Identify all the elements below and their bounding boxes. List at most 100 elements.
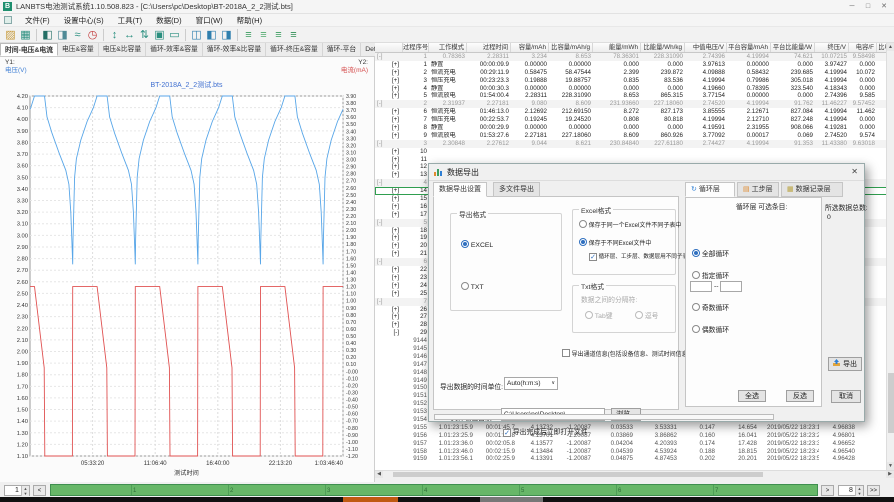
- table-row[interactable]: [-]22.319372.271819.0808.609231.93660227…: [375, 100, 894, 108]
- vertical-scrollbar[interactable]: ▲ ▼: [886, 43, 894, 470]
- save-icon[interactable]: ▦: [18, 28, 33, 42]
- even-cycles-radio[interactable]: [692, 325, 700, 333]
- view-tab-电压&比容量[interactable]: 电压&比容量: [99, 43, 147, 56]
- horizontal-scrollbar[interactable]: ◀ ▶: [375, 470, 894, 478]
- scroll-up-icon[interactable]: ▲: [887, 43, 894, 51]
- table-row[interactable]: [+]4静置00:00:30.30.000000.000000.0000.000…: [375, 85, 894, 93]
- tab-export-settings[interactable]: 数据导出设置: [433, 182, 487, 197]
- table-row[interactable]: 91581.01:23:46.000:02:15.94.13484-1.2008…: [375, 448, 894, 456]
- page-number-input[interactable]: 1▲▼: [4, 485, 30, 496]
- split-right-icon[interactable]: ◨: [219, 28, 234, 42]
- table-row[interactable]: [+]9恒流放电01:53:27.62.27181227.180608.6098…: [375, 132, 894, 140]
- table-row[interactable]: [+]8静置00:00:29.90.000000.000000.0000.000…: [375, 124, 894, 132]
- cancel-button[interactable]: 取消: [831, 390, 861, 403]
- menu-帮助(H)[interactable]: 帮助(H): [230, 15, 269, 26]
- list-view2-icon[interactable]: ≡: [256, 28, 271, 42]
- comma-delim-radio[interactable]: [635, 311, 643, 319]
- close-button[interactable]: ✕: [876, 0, 892, 13]
- col-header[interactable]: 中值电压/V: [685, 43, 727, 52]
- col-header[interactable]: [375, 43, 403, 52]
- col-header[interactable]: 终压/V: [815, 43, 849, 52]
- snapshot-icon[interactable]: ◧: [40, 28, 55, 42]
- table-row[interactable]: [-]32.308482.276129.0448.621230.84840227…: [375, 140, 894, 148]
- align-center-icon[interactable]: ⇅: [137, 28, 152, 42]
- list-view4-icon[interactable]: ≡: [286, 28, 301, 42]
- col-header[interactable]: 能量/mWh: [593, 43, 641, 52]
- list-view3-icon[interactable]: ≡: [271, 28, 286, 42]
- scroll-right-icon[interactable]: ▶: [886, 471, 894, 478]
- col-header[interactable]: 工作模式: [429, 43, 467, 52]
- cycle-range-end-input[interactable]: [720, 281, 742, 292]
- tab-delim-radio[interactable]: [585, 311, 593, 319]
- table-row[interactable]: [+]2恒流充电00:29:11.90.5847558.475442.39923…: [375, 69, 894, 77]
- select-all-button[interactable]: 全选: [738, 390, 766, 402]
- view-tab-循环-终压&容量[interactable]: 循环-终压&容量: [266, 43, 323, 56]
- view-tab-循环-效率&容量[interactable]: 循环-效率&容量: [146, 43, 203, 56]
- view-tab-循环-效率&比容量[interactable]: 循环-效率&比容量: [203, 43, 266, 56]
- all-cycles-radio[interactable]: [692, 249, 700, 257]
- open-after-checkbox[interactable]: ✓: [503, 429, 511, 437]
- alarm-icon[interactable]: ◷: [85, 28, 100, 42]
- taskbar-app-orange[interactable]: [343, 497, 398, 502]
- excel-radio[interactable]: [461, 240, 469, 248]
- tab-工步层[interactable]: ▤工步层: [737, 182, 779, 197]
- table-row[interactable]: [+]1静置00:00:09.90.000000.000000.0000.000…: [375, 61, 894, 69]
- page-spinner2[interactable]: ▲▼: [855, 486, 863, 496]
- scroll-down-icon[interactable]: ▼: [887, 462, 894, 470]
- table-row[interactable]: [-]10.783632.283113.2348.65378.36301228.…: [375, 53, 894, 61]
- page-prev-button[interactable]: <: [33, 485, 46, 496]
- page-spinner[interactable]: ▲▼: [21, 486, 29, 496]
- list-view1-icon[interactable]: ≡: [241, 28, 256, 42]
- specified-cycles-radio[interactable]: [692, 271, 700, 279]
- view-tab-循环-平台[interactable]: 循环-平台: [323, 43, 361, 56]
- odd-cycles-radio[interactable]: [692, 303, 700, 311]
- cycle-range-start-input[interactable]: [690, 281, 712, 292]
- export-button[interactable]: 导出: [828, 357, 862, 371]
- table-row[interactable]: 91571.01:23:36.000:02:05.84.13577-1.2008…: [375, 440, 894, 448]
- menu-设置中心(S)[interactable]: 设置中心(S): [57, 15, 111, 26]
- fit-vertical-icon[interactable]: ↕: [107, 28, 122, 42]
- dialog-close-icon[interactable]: ✕: [851, 167, 858, 176]
- invert-selection-button[interactable]: 反选: [786, 390, 814, 402]
- copy-icon[interactable]: ◨: [55, 28, 70, 42]
- col-header[interactable]: 比容量/mAh/g: [549, 43, 593, 52]
- view-tab-电压&容量[interactable]: 电压&容量: [58, 43, 99, 56]
- page-number2-input[interactable]: 8▲▼: [838, 485, 864, 496]
- col-header[interactable]: 过程序号: [403, 43, 429, 52]
- col-header[interactable]: 平台比能量/W: [771, 43, 815, 52]
- split-left-icon[interactable]: ◧: [204, 28, 219, 42]
- menu-工具(T)[interactable]: 工具(T): [111, 15, 150, 26]
- tab-循环层[interactable]: ↻循环层: [685, 182, 735, 197]
- table-row[interactable]: [+]3恒压充电00:23:23.30.1988819.887570.83583…: [375, 77, 894, 85]
- zoom-box-icon[interactable]: ▣: [152, 28, 167, 42]
- tab-multi-file-export[interactable]: 多文件导出: [493, 182, 540, 197]
- table-row[interactable]: 91591.01:23:56.100:02:25.94.13391-1.2008…: [375, 455, 894, 463]
- menu-窗口(W)[interactable]: 窗口(W): [189, 15, 230, 26]
- txt-radio[interactable]: [461, 282, 469, 290]
- table-row[interactable]: 91551.01:23:15.900:01:45.74.13732-1.2008…: [375, 424, 894, 432]
- progress-strip[interactable]: 1234567: [50, 484, 818, 496]
- same-excel-file-radio[interactable]: [579, 220, 587, 228]
- col-header[interactable]: 容量/mAh: [511, 43, 549, 52]
- hscroll-thumb[interactable]: [393, 472, 763, 477]
- page-last-button[interactable]: >>: [867, 485, 880, 496]
- table-row[interactable]: [+]10434: [375, 148, 894, 156]
- diff-excel-file-radio[interactable]: [579, 238, 587, 246]
- scroll-left-icon[interactable]: ◀: [375, 471, 383, 478]
- table-row[interactable]: 91561.01:23:25.900:01:55.84.13701-1.2008…: [375, 432, 894, 440]
- page-next-button[interactable]: >: [821, 485, 834, 496]
- open-file-icon[interactable]: ▨: [3, 28, 18, 42]
- menu-文件(F)[interactable]: 文件(F): [18, 15, 57, 26]
- table-row[interactable]: [+]7恒压充电00:22:53.70.1924519.245200.80880…: [375, 116, 894, 124]
- window-menu-icon[interactable]: [4, 16, 12, 24]
- table-row[interactable]: [+]5恒流放电01:54:00.42.28311228.310908.6538…: [375, 92, 894, 100]
- vscroll-thumb[interactable]: [888, 373, 894, 433]
- channel-info-checkbox[interactable]: [562, 349, 570, 357]
- col-header[interactable]: 平台容量/mAh: [727, 43, 771, 52]
- split-2pane-icon[interactable]: ◫: [189, 28, 204, 42]
- minimize-button[interactable]: ─: [844, 0, 860, 13]
- maximize-button[interactable]: □: [860, 0, 876, 13]
- col-header[interactable]: 电容/F: [849, 43, 877, 52]
- tab-数据记录层[interactable]: ▦数据记录层: [781, 182, 843, 197]
- full-frame-icon[interactable]: ▭: [167, 28, 182, 42]
